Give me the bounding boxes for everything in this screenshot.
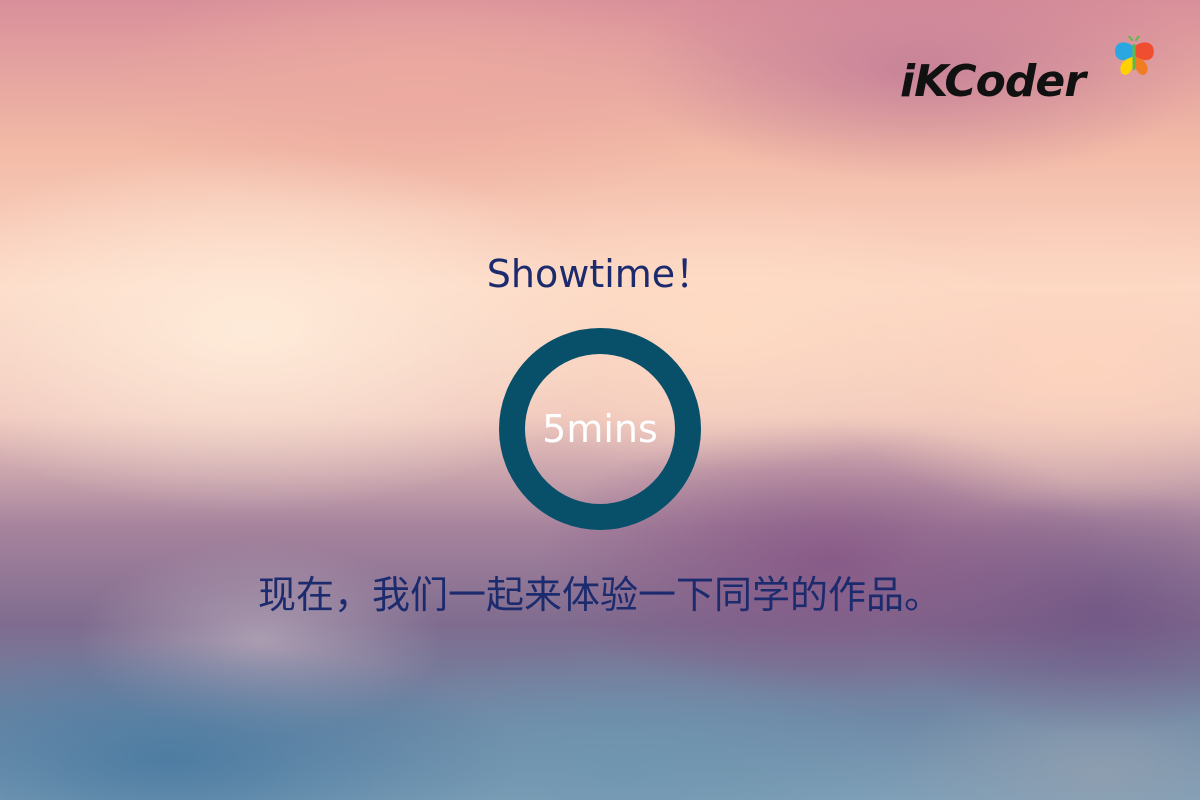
slide-title: Showtime！ xyxy=(486,252,714,296)
logo-text: iKCoder xyxy=(900,56,1086,107)
countdown-timer: 5mins xyxy=(499,328,701,530)
ikcoder-logo: iKCoder xyxy=(898,36,1160,108)
butterfly-icon xyxy=(1115,36,1154,75)
slide-message: 现在，我们一起来体验一下同学的作品。 xyxy=(257,573,942,617)
timer-label: 5mins xyxy=(542,407,658,451)
